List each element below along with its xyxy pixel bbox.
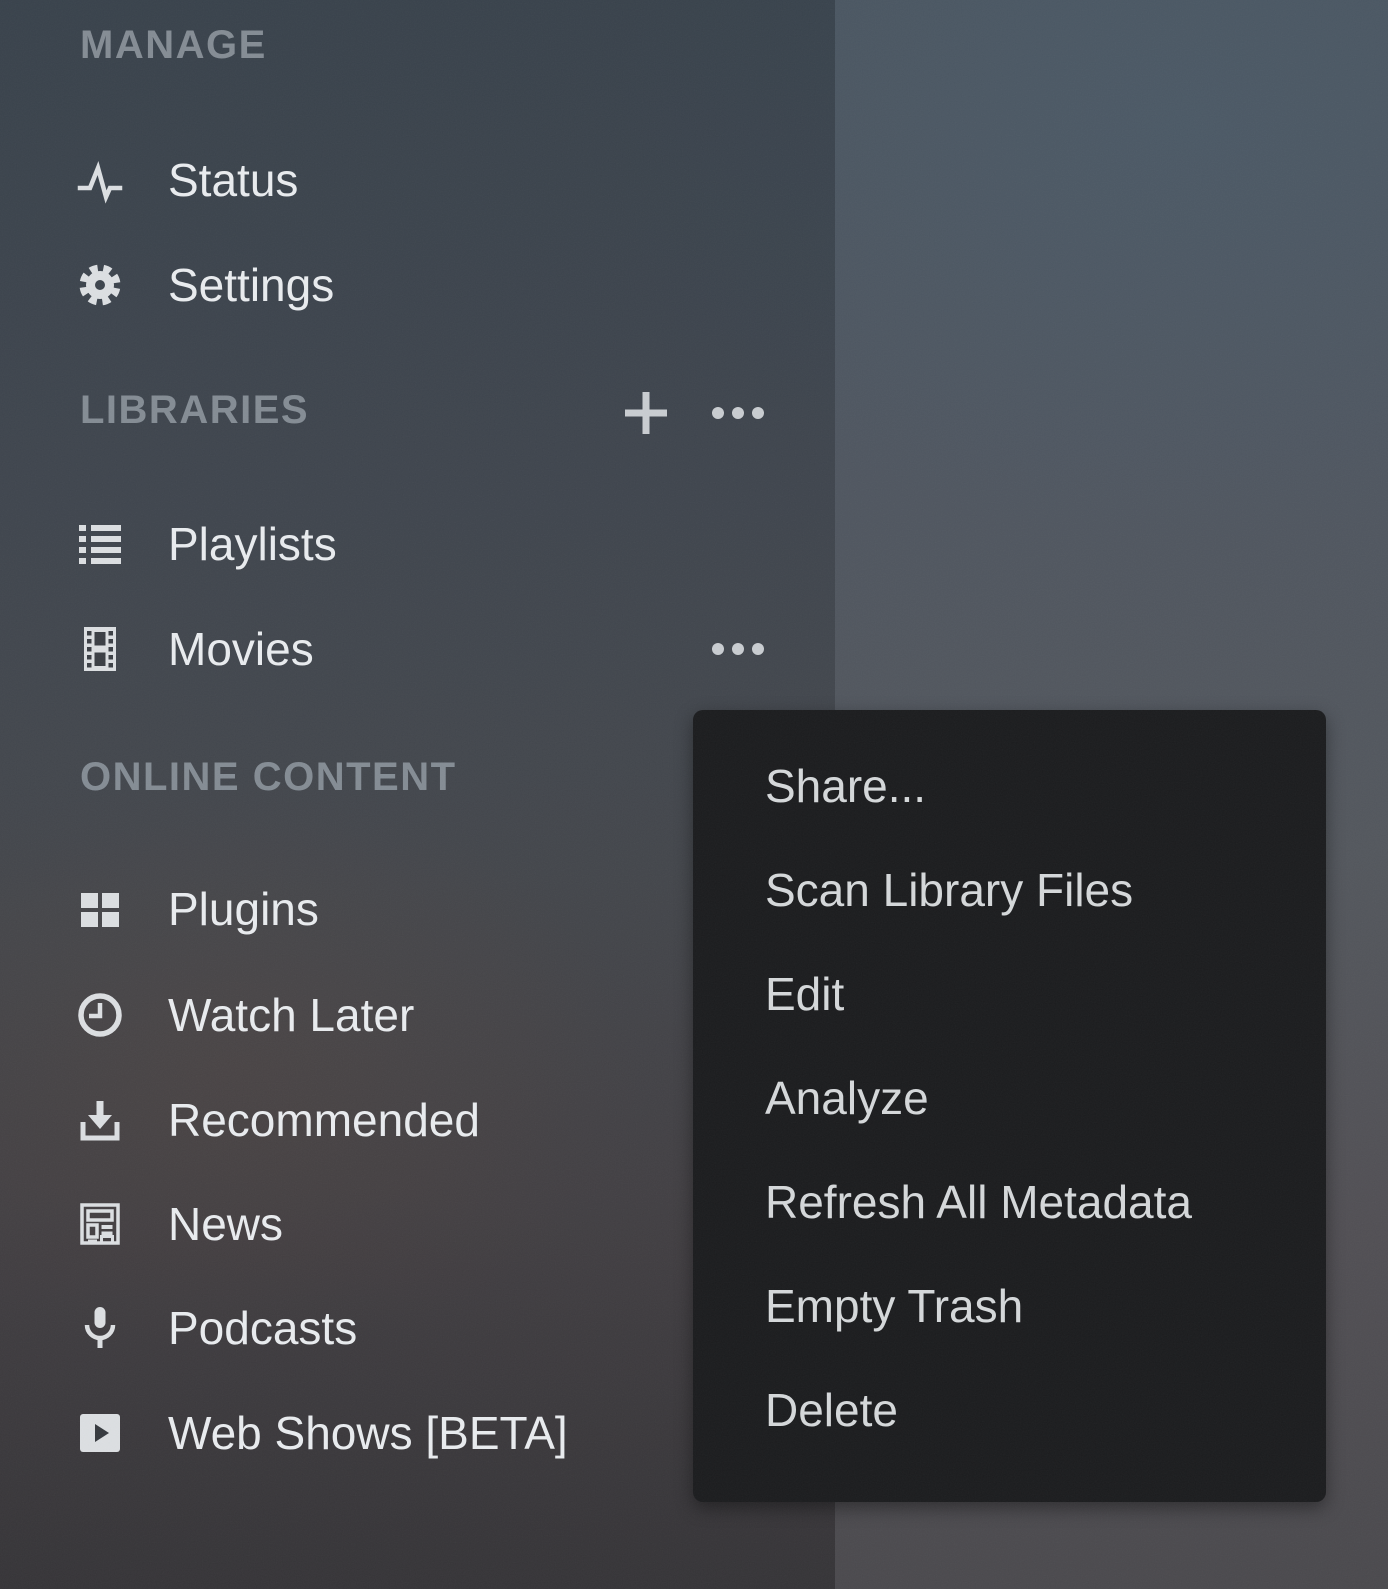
sidebar-item-recommended[interactable]: Recommended xyxy=(76,1094,480,1146)
sidebar-item-label: Status xyxy=(168,153,298,207)
menu-item-share[interactable]: Share... xyxy=(693,734,1326,838)
microphone-icon xyxy=(76,1304,124,1352)
section-header-manage: MANAGE xyxy=(80,22,267,68)
newspaper-icon xyxy=(76,1200,124,1248)
sidebar-item-label: Settings xyxy=(168,258,334,312)
grid-icon xyxy=(76,885,124,933)
menu-item-analyze[interactable]: Analyze xyxy=(693,1046,1326,1150)
sidebar-item-plugins[interactable]: Plugins xyxy=(76,883,319,935)
sidebar-item-movies[interactable]: Movies xyxy=(76,623,314,675)
ellipsis-icon[interactable] xyxy=(710,392,766,434)
section-header-online-content: ONLINE CONTENT xyxy=(80,754,457,800)
menu-item-empty-trash[interactable]: Empty Trash xyxy=(693,1254,1326,1358)
sidebar-item-label: Web Shows [BETA] xyxy=(168,1406,568,1460)
screen: MANAGE Status Settings LIBRARIES xyxy=(0,0,1388,1589)
playlist-icon xyxy=(76,520,124,568)
movies-ellipsis-icon[interactable] xyxy=(710,628,766,670)
sidebar-item-label: Plugins xyxy=(168,882,319,936)
menu-item-edit[interactable]: Edit xyxy=(693,942,1326,1046)
library-context-menu: Share... Scan Library Files Edit Analyze… xyxy=(693,710,1326,1502)
gear-icon xyxy=(76,261,124,309)
plus-icon[interactable] xyxy=(622,389,670,437)
sidebar-item-settings[interactable]: Settings xyxy=(76,259,334,311)
sidebar-item-status[interactable]: Status xyxy=(76,154,298,206)
menu-item-refresh-all-metadata[interactable]: Refresh All Metadata xyxy=(693,1150,1326,1254)
play-video-icon xyxy=(76,1409,124,1457)
section-header-libraries: LIBRARIES xyxy=(80,387,309,433)
activity-icon xyxy=(76,156,124,204)
sidebar-item-playlists[interactable]: Playlists xyxy=(76,518,337,570)
sidebar-item-label: Movies xyxy=(168,622,314,676)
sidebar-item-label: Recommended xyxy=(168,1093,480,1147)
sidebar-item-label: News xyxy=(168,1197,283,1251)
download-icon xyxy=(76,1096,124,1144)
sidebar-item-label: Podcasts xyxy=(168,1301,357,1355)
clock-icon xyxy=(76,991,124,1039)
sidebar-item-web-shows[interactable]: Web Shows [BETA] xyxy=(76,1407,568,1459)
film-icon xyxy=(76,625,124,673)
menu-item-delete[interactable]: Delete xyxy=(693,1358,1326,1462)
sidebar-item-watch-later[interactable]: Watch Later xyxy=(76,989,414,1041)
sidebar-item-podcasts[interactable]: Podcasts xyxy=(76,1302,357,1354)
menu-item-scan-library-files[interactable]: Scan Library Files xyxy=(693,838,1326,942)
sidebar-item-news[interactable]: News xyxy=(76,1198,283,1250)
sidebar-item-label: Playlists xyxy=(168,517,337,571)
sidebar-item-label: Watch Later xyxy=(168,988,414,1042)
